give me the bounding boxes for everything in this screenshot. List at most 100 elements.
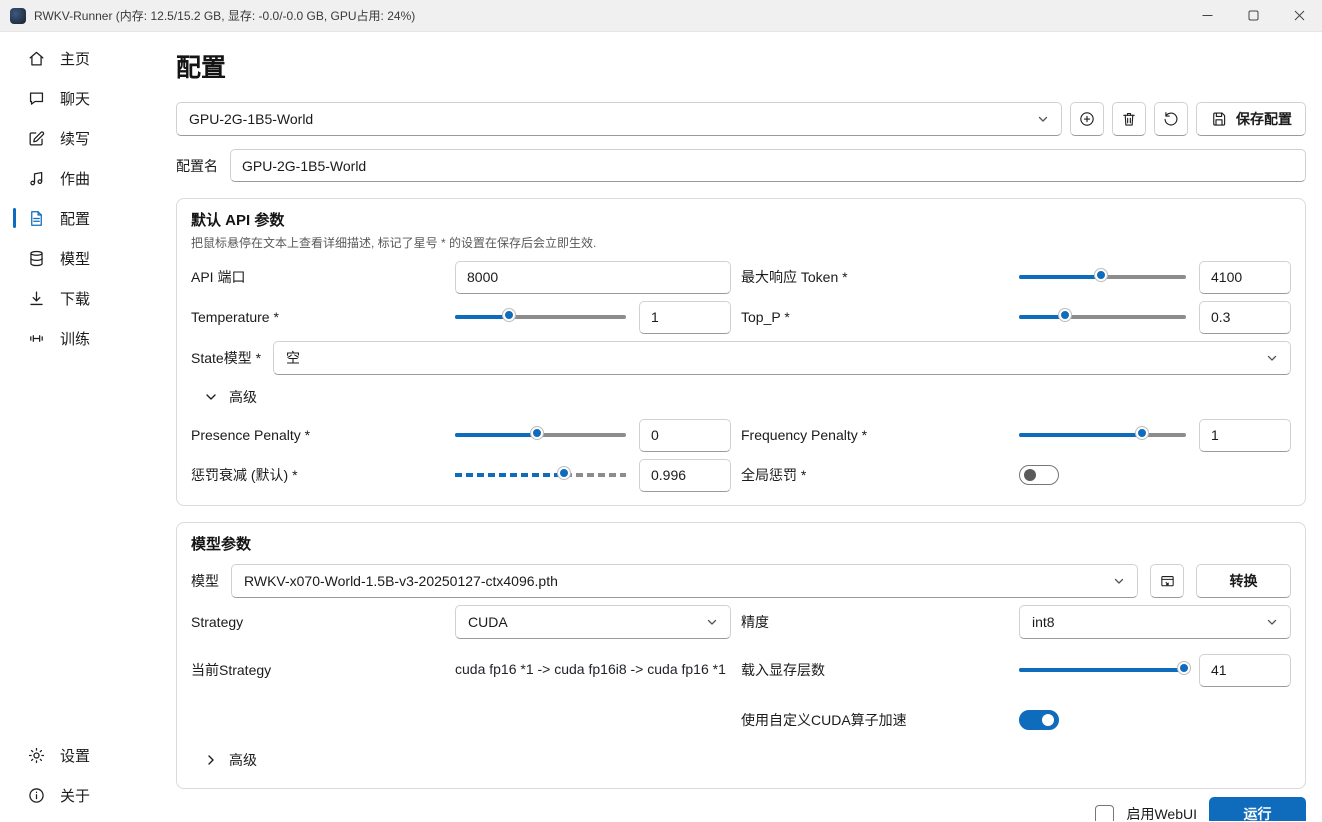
slider-fill — [455, 473, 567, 477]
train-icon — [26, 328, 46, 348]
add-config-button[interactable] — [1070, 102, 1104, 136]
api-row-1: API 端口 最大响应 Token * — [191, 257, 1291, 297]
sidebar-item-about[interactable]: 关于 — [0, 775, 160, 815]
strategy-label: Strategy — [191, 614, 244, 630]
download-icon — [26, 288, 46, 308]
penalty-decay-input[interactable] — [639, 458, 731, 492]
convert-label: 转换 — [1229, 573, 1258, 589]
model-icon — [26, 248, 46, 268]
gpu-layers-slider[interactable] — [1019, 660, 1190, 680]
state-model-value: 空 — [286, 350, 301, 366]
run-button[interactable]: 运行 — [1209, 797, 1306, 821]
slider-thumb[interactable] — [1178, 662, 1190, 674]
sidebar-item-chat[interactable]: 聊天 — [0, 78, 160, 118]
api-row-4: 惩罚衰减 (默认) * 全局惩罚 * — [191, 455, 1291, 495]
sidebar-top: 主页 聊天 续写 作曲 配置 模型 下载 训练 — [0, 38, 160, 358]
penalty-decay-slider[interactable] — [455, 465, 626, 485]
main-content: 配置 GPU-2G-1B5-World 保存配置 配置名 GPU-2G-1B5-… — [160, 32, 1322, 821]
model-label: 模型 — [191, 573, 219, 589]
presence-penalty-slider[interactable] — [455, 425, 626, 445]
sidebar-item-composition[interactable]: 作曲 — [0, 158, 160, 198]
temperature-label: Temperature * — [191, 309, 279, 325]
frequency-penalty-slider[interactable] — [1019, 425, 1186, 445]
app-icon — [10, 7, 26, 24]
custom-cuda-toggle[interactable] — [1019, 710, 1059, 730]
precision-label: 精度 — [741, 614, 769, 630]
chevron-down-icon — [204, 390, 218, 404]
config-icon — [26, 208, 46, 228]
slider-thumb[interactable] — [1094, 269, 1107, 281]
global-penalty-toggle[interactable] — [1019, 465, 1059, 485]
max-tokens-input[interactable] — [1199, 260, 1291, 294]
slider-thumb[interactable] — [503, 309, 516, 321]
api-port-input[interactable] — [455, 260, 731, 294]
slider-track — [1019, 668, 1186, 672]
sidebar-item-downloads[interactable]: 下载 — [0, 278, 160, 318]
state-model-select[interactable]: 空 — [273, 341, 1291, 375]
frequency-penalty-input[interactable] — [1199, 418, 1291, 452]
sidebar-item-home[interactable]: 主页 — [0, 38, 160, 78]
current-strategy-row: 当前Strategy cuda fp16 *1 -> cuda fp16i8 -… — [191, 642, 1291, 698]
webui-label: 启用WebUI — [1126, 806, 1197, 821]
strategy-select[interactable]: CUDA — [455, 605, 731, 639]
state-model-row: State模型 * 空 — [191, 337, 1291, 379]
sidebar-item-configs[interactable]: 配置 — [0, 198, 160, 238]
config-select[interactable]: GPU-2G-1B5-World — [176, 102, 1062, 136]
sidebar-item-label: 设置 — [60, 747, 91, 765]
top-p-input[interactable] — [1199, 300, 1291, 334]
add-icon — [1080, 112, 1094, 126]
slider-thumb[interactable] — [530, 427, 543, 439]
model-select[interactable]: RWKV-x070-World-1.5B-v3-20250127-ctx4096… — [231, 564, 1138, 598]
sidebar-item-label: 作曲 — [60, 170, 91, 188]
convert-button[interactable]: 转换 — [1196, 564, 1291, 598]
slider-track — [455, 315, 626, 319]
delete-config-button[interactable] — [1112, 102, 1146, 136]
slider-thumb[interactable] — [1136, 427, 1149, 439]
model-advanced-expander[interactable]: 高级 — [191, 742, 1291, 778]
api-port-label: API 端口 — [191, 269, 246, 285]
manage-model-button[interactable] — [1150, 564, 1184, 598]
sidebar-item-label: 关于 — [60, 787, 91, 805]
trash-icon — [1123, 113, 1135, 126]
maximize-button[interactable] — [1230, 0, 1276, 31]
webui-checkbox[interactable] — [1095, 804, 1115, 821]
api-row-2: Temperature * Top_P * — [191, 297, 1291, 337]
reset-config-button[interactable] — [1154, 102, 1188, 136]
top-p-slider[interactable] — [1019, 307, 1186, 327]
settings-icon — [26, 745, 46, 765]
api-card-subtitle: 把鼠标悬停在文本上查看详细描述, 标记了星号 * 的设置在保存后会立即生效. — [191, 236, 597, 250]
config-select-value: GPU-2G-1B5-World — [189, 111, 314, 127]
save-icon — [1213, 112, 1226, 126]
presence-penalty-input[interactable] — [639, 418, 731, 452]
window-controls — [1184, 0, 1322, 31]
config-name-input[interactable] — [230, 149, 1306, 182]
temperature-slider[interactable] — [455, 307, 626, 327]
titlebar: RWKV-Runner (内存: 12.5/15.2 GB, 显存: -0.0/… — [0, 0, 1322, 32]
save-config-button[interactable]: 保存配置 — [1196, 102, 1306, 136]
strategy-row: Strategy CUDA 精度 int8 — [191, 602, 1291, 642]
sidebar-item-models[interactable]: 模型 — [0, 238, 160, 278]
music-icon — [26, 168, 46, 188]
chevron-down-icon — [1037, 113, 1049, 125]
minimize-button[interactable] — [1184, 0, 1230, 31]
slider-thumb[interactable] — [1059, 309, 1072, 321]
temperature-input[interactable] — [639, 300, 731, 334]
close-button[interactable] — [1276, 0, 1322, 31]
sidebar-item-settings[interactable]: 设置 — [0, 735, 160, 775]
sidebar-item-label: 模型 — [60, 250, 91, 268]
chevron-down-icon — [1266, 616, 1278, 628]
sidebar-item-label: 主页 — [60, 50, 91, 68]
api-row-3: Presence Penalty * Frequency Penalty * — [191, 415, 1291, 455]
precision-select[interactable]: int8 — [1019, 605, 1291, 639]
sidebar-item-completion[interactable]: 续写 — [0, 118, 160, 158]
model-select-value: RWKV-x070-World-1.5B-v3-20250127-ctx4096… — [244, 573, 558, 589]
slider-thumb[interactable] — [558, 467, 571, 479]
max-tokens-slider[interactable] — [1019, 267, 1186, 287]
sidebar-item-train[interactable]: 训练 — [0, 318, 160, 358]
sidebar-item-label: 下载 — [60, 290, 91, 308]
api-advanced-expander[interactable]: 高级 — [191, 379, 1291, 415]
gpu-layers-input[interactable] — [1199, 653, 1291, 687]
undo-icon — [1164, 112, 1178, 126]
slider-fill — [455, 433, 539, 437]
custom-cuda-label: 使用自定义CUDA算子加速 — [741, 712, 907, 728]
